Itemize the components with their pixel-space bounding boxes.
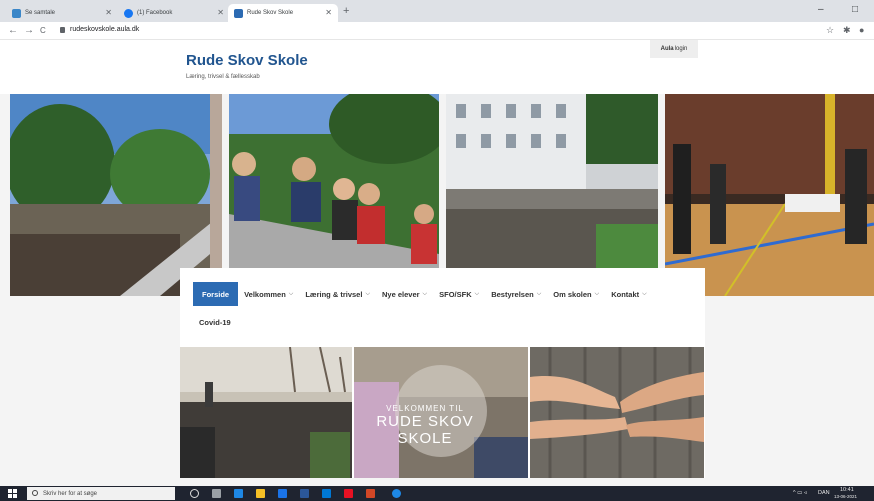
photo-students-slide bbox=[229, 94, 439, 268]
file-explorer-icon[interactable] bbox=[256, 489, 265, 498]
windows-start-icon[interactable] bbox=[8, 489, 17, 498]
tab-title: Se samtale bbox=[25, 10, 56, 16]
nav-label: Nye elever bbox=[382, 289, 420, 299]
chevron-down-icon: ⌵ bbox=[365, 290, 371, 297]
close-tab-icon[interactable]: ✕ bbox=[325, 8, 332, 17]
nav-item-om-skolen[interactable]: Om skolen ⌵ bbox=[547, 282, 605, 306]
photo-schoolyard-crowd bbox=[10, 94, 222, 296]
site-header: Rude Skov Skole Læring, trivsel & fælles… bbox=[0, 40, 874, 94]
url-field[interactable]: rudeskovskole.aula.dk bbox=[60, 26, 139, 33]
pdf-reader-icon[interactable] bbox=[344, 489, 353, 498]
chevron-down-icon: ⌵ bbox=[422, 290, 428, 297]
url-text: rudeskovskole.aula.dk bbox=[70, 26, 140, 33]
school-site-icon bbox=[234, 8, 243, 18]
back-button[interactable]: ← bbox=[8, 25, 18, 36]
nav-item-forside[interactable]: Forside bbox=[193, 282, 239, 306]
lock-icon bbox=[60, 26, 65, 33]
chevron-down-icon: ⌵ bbox=[288, 290, 294, 297]
nav-item-sfo-sfk[interactable]: SFO/SFK ⌵ bbox=[433, 282, 485, 306]
forward-button[interactable]: → bbox=[24, 25, 34, 36]
chevron-down-icon: ⌵ bbox=[474, 290, 480, 297]
nav-label: Velkommen bbox=[244, 289, 286, 299]
browser-tab-bar: Se samtale ✕ (1) Facebook ✕ Rude Skov Sk… bbox=[0, 0, 874, 22]
chevron-down-icon: ⌵ bbox=[594, 290, 600, 297]
photo-gym-hall bbox=[665, 94, 874, 296]
close-tab-icon[interactable]: ✕ bbox=[105, 8, 112, 17]
chevron-down-icon: ⌵ bbox=[642, 290, 647, 297]
facebook-icon bbox=[124, 8, 133, 18]
bookmark-star-icon[interactable]: ☆ bbox=[826, 25, 834, 36]
nav-label: Om skolen bbox=[553, 289, 592, 299]
aula-login-label: login bbox=[674, 46, 688, 52]
address-bar: ← → C rudeskovskole.aula.dk ☆ ✱ ● bbox=[0, 22, 874, 40]
minimize-button[interactable]: – bbox=[818, 4, 824, 15]
nav-item-velkommen[interactable]: Velkommen ⌵ bbox=[238, 282, 299, 306]
chevron-down-icon: ⌵ bbox=[536, 290, 542, 297]
nav-menu: Forside Velkommen ⌵ Læring & trivsel ⌵ Nye… bbox=[193, 282, 693, 306]
new-tab-button[interactable]: + bbox=[343, 5, 349, 17]
word-icon[interactable] bbox=[300, 489, 309, 498]
tab-title: (1) Facebook bbox=[137, 10, 173, 16]
tab-title: Rude Skov Skole bbox=[247, 10, 294, 16]
clock-date[interactable]: 13-06-2021 bbox=[834, 494, 857, 499]
windows-taskbar: Skriv her for at søge ^ ▭ ◃ DAN 10:41 13… bbox=[0, 486, 874, 501]
tray-icons[interactable]: ^ ▭ ◃ bbox=[793, 490, 807, 496]
browser-tab-active[interactable]: Rude Skov Skole ✕ bbox=[228, 4, 338, 22]
outlook-icon[interactable] bbox=[322, 489, 331, 498]
task-view-icon[interactable] bbox=[212, 489, 221, 498]
extensions-icon[interactable]: ✱ bbox=[843, 25, 851, 36]
nav-label: Læring & trivsel bbox=[305, 289, 363, 299]
welcome-line-1: VELKOMMEN TIL bbox=[386, 404, 464, 413]
close-tab-icon[interactable]: ✕ bbox=[217, 8, 224, 17]
nav-label: Covid-19 bbox=[199, 317, 231, 327]
main-navigation: Forside Velkommen ⌵ Læring & trivsel ⌵ Nye… bbox=[180, 268, 705, 348]
photo-school-building-assembly bbox=[446, 94, 658, 268]
language-indicator[interactable]: DAN bbox=[818, 490, 830, 496]
nav-label: Forside bbox=[202, 289, 230, 299]
nav-item-laering-trivsel[interactable]: Læring & trivsel ⌵ bbox=[299, 282, 376, 306]
aula-login-button[interactable]: Aula login bbox=[650, 40, 698, 58]
browser-taskbar-icon[interactable] bbox=[392, 489, 401, 498]
site-tagline: Læring, trivsel & fællesskab bbox=[186, 74, 260, 80]
browser-tab[interactable]: Se samtale ✕ bbox=[6, 4, 118, 22]
search-icon bbox=[32, 490, 38, 496]
nav-item-bestyrelsen[interactable]: Bestyrelsen ⌵ bbox=[485, 282, 547, 306]
aula-brand: Aula bbox=[660, 46, 674, 52]
nav-label: Kontakt bbox=[611, 289, 640, 299]
clock-time[interactable]: 10:41 bbox=[840, 487, 854, 493]
nav-item-covid-19[interactable]: Covid-19 bbox=[193, 310, 237, 334]
nav-item-nye-elever[interactable]: Nye elever ⌵ bbox=[376, 282, 433, 306]
powerpoint-icon[interactable] bbox=[366, 489, 375, 498]
web-page: Rude Skov Skole Læring, trivsel & fælles… bbox=[0, 40, 874, 486]
messages-icon bbox=[12, 8, 21, 18]
nav-row-2: Covid-19 bbox=[193, 310, 237, 334]
photo-holding-hands bbox=[530, 347, 704, 478]
taskbar-search[interactable]: Skriv her for at søge bbox=[27, 487, 175, 500]
nav-item-kontakt[interactable]: Kontakt ⌵ bbox=[605, 282, 652, 306]
nav-label: SFO/SFK bbox=[439, 289, 472, 299]
browser-tab[interactable]: (1) Facebook ✕ bbox=[118, 4, 230, 22]
store-icon[interactable] bbox=[278, 489, 287, 498]
welcome-line-2: RUDE SKOV SKOLE bbox=[376, 413, 474, 447]
welcome-text: VELKOMMEN TIL RUDE SKOV SKOLE bbox=[365, 404, 485, 447]
profile-icon[interactable]: ● bbox=[859, 25, 864, 35]
restore-button[interactable]: □ bbox=[852, 4, 858, 15]
site-title[interactable]: Rude Skov Skole bbox=[186, 52, 308, 69]
edge-icon[interactable] bbox=[234, 489, 243, 498]
reload-button[interactable]: C bbox=[40, 26, 46, 35]
photo-outdoor-gathering bbox=[180, 347, 352, 478]
nav-label: Bestyrelsen bbox=[491, 289, 534, 299]
search-placeholder: Skriv her for at søge bbox=[43, 490, 98, 497]
cortana-icon[interactable] bbox=[190, 489, 199, 498]
